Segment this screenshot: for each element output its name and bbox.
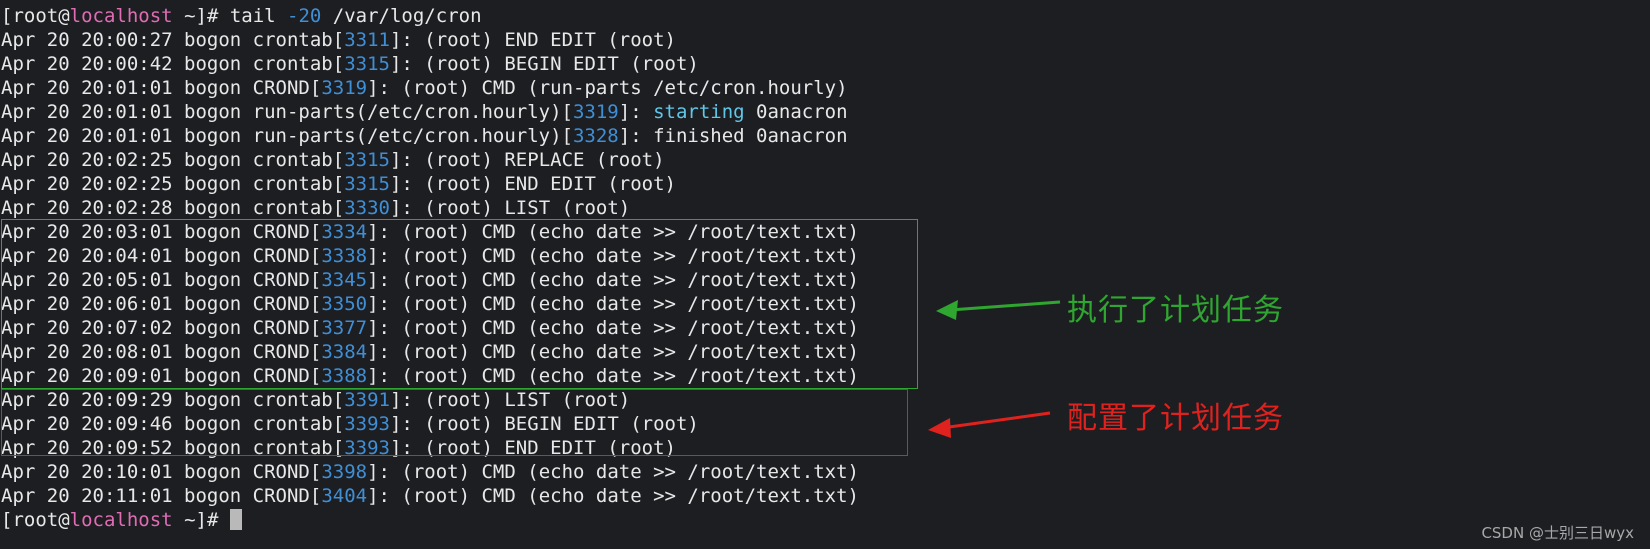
terminal-window[interactable]: [root@localhost ~]# tail -20 /var/log/cr…: [0, 0, 1650, 549]
csdn-watermark: CSDN @士别三日wyx: [1481, 524, 1634, 542]
red-arrow: [928, 411, 1051, 438]
configured-tasks-label: 配置了计划任务: [1067, 401, 1284, 436]
executed-tasks-label: 执行了计划任务: [1067, 293, 1284, 328]
green-arrow: [936, 300, 1061, 320]
annotation-arrows-layer: [928, 300, 1061, 438]
